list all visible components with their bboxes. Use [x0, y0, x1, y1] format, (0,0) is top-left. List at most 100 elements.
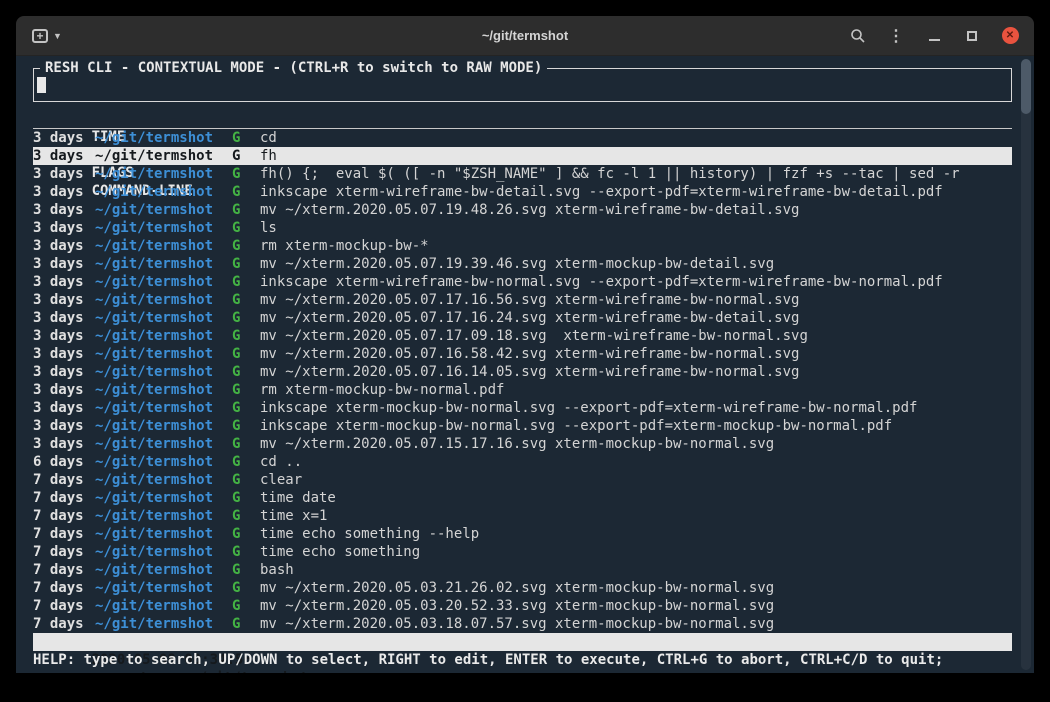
history-row[interactable]: 7 days~/git/termshotGmv ~/xterm.2020.05.… — [33, 597, 1012, 615]
row-host-directory: ~/git/termshot — [95, 273, 232, 291]
row-flags: G — [232, 597, 260, 615]
row-time: 3 days — [33, 255, 95, 273]
row-command: cd — [260, 130, 277, 146]
history-row[interactable]: 3 days~/git/termshotGinkscape xterm-wire… — [33, 183, 1012, 201]
history-row[interactable]: 3 days~/git/termshotGmv ~/xterm.2020.05.… — [33, 327, 1012, 345]
row-flags: G — [232, 327, 260, 345]
history-row[interactable]: 3 days~/git/termshotGmv ~/xterm.2020.05.… — [33, 201, 1012, 219]
history-row[interactable]: 3 days~/git/termshotGmv ~/xterm.2020.05.… — [33, 309, 1012, 327]
history-row[interactable]: 3 days~/git/termshotGinkscape xterm-mock… — [33, 417, 1012, 435]
row-flags: G — [232, 417, 260, 435]
history-row[interactable]: 7 days~/git/termshotGtime x=1 — [33, 507, 1012, 525]
row-host-directory: ~/git/termshot — [95, 183, 232, 201]
row-command: time echo something --help — [260, 526, 479, 542]
row-command: inkscape xterm-wireframe-bw-detail.svg -… — [260, 184, 943, 200]
row-flags: G — [232, 453, 260, 471]
row-time: 7 days — [33, 543, 95, 561]
text-cursor — [37, 77, 46, 93]
resh-mode-title: RESH CLI - CONTEXTUAL MODE - (CTRL+R to … — [40, 59, 547, 77]
row-time: 3 days — [33, 273, 95, 291]
row-host-directory: ~/git/termshot — [95, 525, 232, 543]
row-flags: G — [232, 489, 260, 507]
history-row[interactable]: 7 days~/git/termshotGmv ~/xterm.2020.05.… — [33, 615, 1012, 633]
row-host-directory: ~/git/termshot — [95, 435, 232, 453]
history-row[interactable]: 3 days~/git/termshotGmv ~/xterm.2020.05.… — [33, 435, 1012, 453]
minimize-icon — [929, 39, 940, 41]
history-row[interactable]: 3 days~/git/termshotGfh() {; eval $( ([ … — [33, 165, 1012, 183]
row-command: mv ~/xterm.2020.05.03.18.07.57.svg xterm… — [260, 616, 774, 632]
row-time: 3 days — [33, 291, 95, 309]
row-flags: G — [232, 165, 260, 183]
row-flags: G — [232, 147, 260, 165]
history-row[interactable]: 3 days~/git/termshotGls — [33, 219, 1012, 237]
row-flags: G — [232, 525, 260, 543]
row-command: mv ~/xterm.2020.05.07.16.14.05.svg xterm… — [260, 364, 799, 380]
history-row[interactable]: 7 days~/git/termshotGclear — [33, 471, 1012, 489]
history-row[interactable]: 6 days~/git/termshotGcd .. — [33, 453, 1012, 471]
kebab-menu-icon: ⋮ — [888, 26, 904, 46]
scrollbar-thumb[interactable] — [1021, 59, 1031, 114]
history-row[interactable]: 3 days~/git/termshotGinkscape xterm-mock… — [33, 399, 1012, 417]
row-time: 3 days — [33, 183, 95, 201]
search-icon — [850, 28, 866, 44]
row-time: 3 days — [33, 345, 95, 363]
row-host-directory: ~/git/termshot — [95, 579, 232, 597]
row-command: ls — [260, 220, 277, 236]
resh-search-input[interactable]: RESH CLI - CONTEXTUAL MODE - (CTRL+R to … — [33, 68, 1012, 102]
row-host-directory: ~/git/termshot — [95, 291, 232, 309]
history-row[interactable]: 3 days~/git/termshotGinkscape xterm-wire… — [33, 273, 1012, 291]
row-host-directory: ~/git/termshot — [95, 201, 232, 219]
row-host-directory: ~/git/termshot — [95, 507, 232, 525]
row-time: 3 days — [33, 165, 95, 183]
row-flags: G — [232, 219, 260, 237]
new-tab-button[interactable]: + ▼ — [32, 29, 62, 43]
history-row[interactable]: 7 days~/git/termshotGtime echo something… — [33, 525, 1012, 543]
close-icon: ✕ — [1002, 27, 1019, 44]
row-flags: G — [232, 183, 260, 201]
history-row[interactable]: 3 days~/git/termshotGfh — [33, 147, 1012, 165]
row-host-directory: ~/git/termshot — [95, 345, 232, 363]
row-flags: G — [232, 291, 260, 309]
row-host-directory: ~/git/termshot — [95, 327, 232, 345]
history-row[interactable]: 3 days~/git/termshotGrm xterm-mockup-bw-… — [33, 381, 1012, 399]
history-row[interactable]: 7 days~/git/termshotGtime date — [33, 489, 1012, 507]
history-row[interactable]: 7 days~/git/termshotGmv ~/xterm.2020.05.… — [33, 579, 1012, 597]
row-flags: G — [232, 615, 260, 633]
scrollbar[interactable] — [1021, 59, 1031, 670]
status-host-directory: tower:~/git/termshot — [140, 670, 309, 673]
terminal-window: + ▼ ~/git/termshot ⋮ ✕ — [16, 16, 1034, 673]
row-command: fh() {; eval $( ([ -n "$ZSH_NAME" ] && f… — [260, 166, 960, 182]
history-row[interactable]: 3 days~/git/termshotGmv ~/xterm.2020.05.… — [33, 291, 1012, 309]
row-flags: G — [232, 309, 260, 327]
history-row[interactable]: 3 days~/git/termshotGmv ~/xterm.2020.05.… — [33, 255, 1012, 273]
close-button[interactable]: ✕ — [998, 24, 1022, 48]
status-bar: 2020-05-08 00:34:56 tower:~/git/termshot… — [33, 633, 1012, 651]
row-command: time echo something — [260, 544, 420, 560]
row-host-directory: ~/git/termshot — [95, 129, 232, 147]
row-host-directory: ~/git/termshot — [95, 597, 232, 615]
row-command: mv ~/xterm.2020.05.07.17.16.24.svg xterm… — [260, 310, 799, 326]
row-command: mv ~/xterm.2020.05.07.17.16.56.svg xterm… — [260, 292, 799, 308]
history-row[interactable]: 7 days~/git/termshotGbash — [33, 561, 1012, 579]
history-row[interactable]: 3 days~/git/termshotGmv ~/xterm.2020.05.… — [33, 363, 1012, 381]
menu-button[interactable]: ⋮ — [884, 24, 908, 48]
row-flags: G — [232, 507, 260, 525]
search-button[interactable] — [846, 24, 870, 48]
row-host-directory: ~/git/termshot — [95, 399, 232, 417]
minimize-button[interactable] — [922, 24, 946, 48]
row-time: 3 days — [33, 417, 95, 435]
restore-button[interactable] — [960, 24, 984, 48]
history-row[interactable]: 3 days~/git/termshotGrm xterm-mockup-bw-… — [33, 237, 1012, 255]
row-command: mv ~/xterm.2020.05.03.21.26.02.svg xterm… — [260, 580, 774, 596]
chevron-down-icon[interactable]: ▼ — [53, 31, 62, 41]
row-host-directory: ~/git/termshot — [95, 309, 232, 327]
row-command: fh — [260, 148, 277, 164]
row-flags: G — [232, 561, 260, 579]
row-time: 7 days — [33, 525, 95, 543]
row-flags: G — [232, 201, 260, 219]
row-flags: G — [232, 543, 260, 561]
history-row[interactable]: 3 days~/git/termshotGmv ~/xterm.2020.05.… — [33, 345, 1012, 363]
row-host-directory: ~/git/termshot — [95, 489, 232, 507]
history-row[interactable]: 7 days~/git/termshotGtime echo something — [33, 543, 1012, 561]
history-row[interactable]: 3 days~/git/termshotGcd — [33, 129, 1012, 147]
